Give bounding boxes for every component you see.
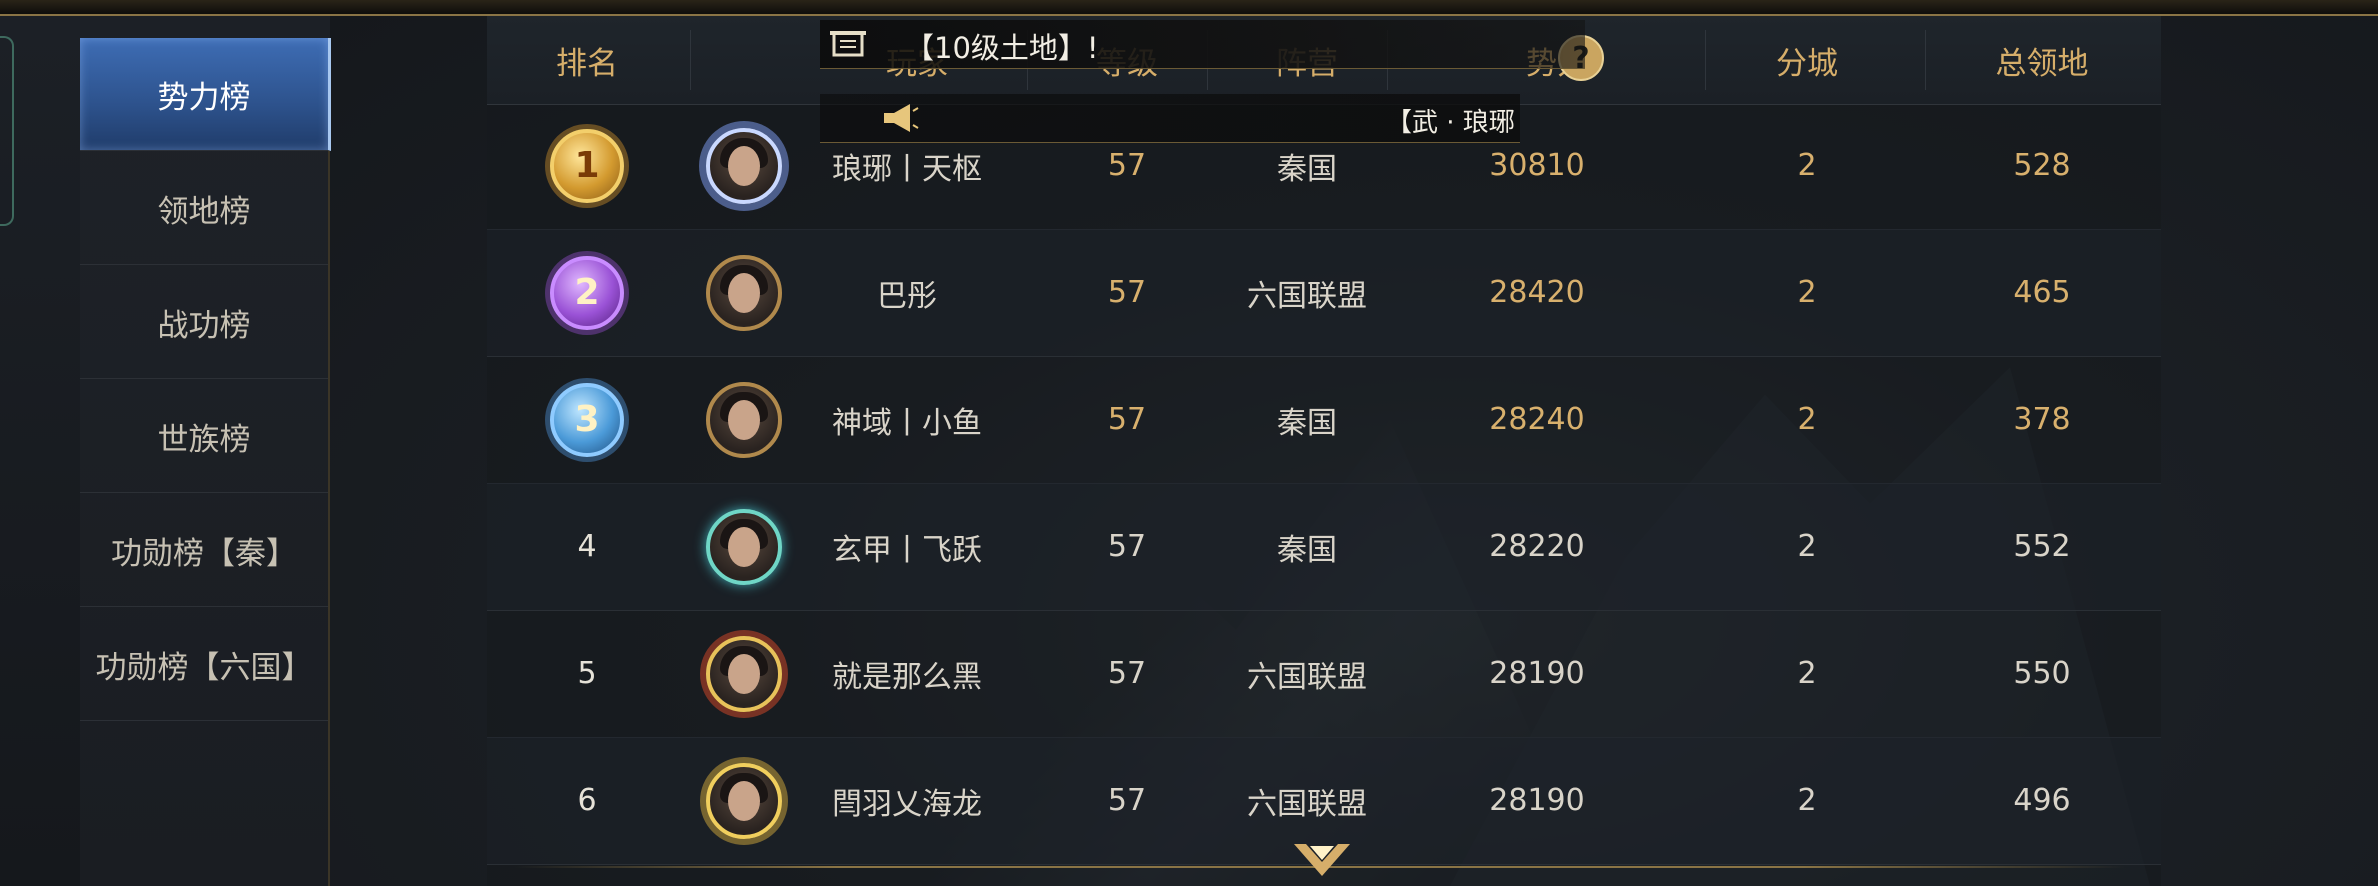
chevron-down-icon[interactable] xyxy=(1290,838,1354,882)
rank-cell: 3 xyxy=(487,356,687,483)
gold-medal-icon: 1 xyxy=(550,128,624,203)
sidebar-item-clan[interactable]: 世族榜 xyxy=(80,380,328,493)
power-value: 28240 xyxy=(1489,402,1585,437)
faction-value: 六国联盟 xyxy=(1247,659,1367,695)
branch-value: 2 xyxy=(1797,275,1817,310)
level-value: 57 xyxy=(1107,529,1147,564)
horn-icon xyxy=(878,98,922,138)
avatar[interactable] xyxy=(706,635,782,712)
power-value: 28420 xyxy=(1489,275,1585,310)
player-name[interactable]: 就是那么黑 xyxy=(807,610,1007,737)
level-value: 57 xyxy=(1107,275,1147,310)
sidebar-item-label: 功勋榜【秦】 xyxy=(111,535,297,572)
header-total-territory: 总领地 xyxy=(1995,45,2089,82)
avatar-face xyxy=(728,145,760,186)
sidebar-item-merit[interactable]: 战功榜 xyxy=(80,266,328,379)
sidebar-item-label: 功勋榜【六国】 xyxy=(95,649,313,686)
sidebar-item-label: 领地榜 xyxy=(157,193,251,230)
player-name[interactable]: 神域丨小鱼 xyxy=(807,356,1007,483)
branch-value: 2 xyxy=(1797,529,1817,564)
territory-value: 465 xyxy=(2013,275,2071,310)
table-row[interactable]: 5 就是那么黑 57 六国联盟 28190 2 550 xyxy=(487,610,2161,738)
avatar[interactable] xyxy=(706,762,782,839)
power-value: 28220 xyxy=(1489,529,1585,564)
table-row[interactable]: 2 巴彤 57 六国联盟 28420 2 465 xyxy=(487,229,2161,357)
header-rank: 排名 xyxy=(556,45,618,82)
player-name[interactable]: 巴彤 xyxy=(807,229,1007,356)
notice-secondary-text: 【武 · 琅琊 xyxy=(1386,108,1515,138)
level-value: 57 xyxy=(1107,402,1147,437)
silver-medal-icon: 2 xyxy=(550,255,624,330)
rank-number: 5 xyxy=(577,656,597,691)
rank-number: 3 xyxy=(574,399,600,440)
sidebar-item-label: 世族榜 xyxy=(157,421,251,458)
territory-value: 552 xyxy=(2013,529,2071,564)
branch-value: 2 xyxy=(1797,783,1817,818)
branch-value: 2 xyxy=(1797,656,1817,691)
avatar[interactable] xyxy=(706,381,782,458)
avatar[interactable] xyxy=(706,508,782,585)
scroll-icon xyxy=(828,24,868,64)
left-edge-bracket[interactable] xyxy=(0,36,14,226)
table-row[interactable]: 4 玄甲丨飞跃 57 秦国 28220 2 552 xyxy=(487,483,2161,611)
header-divider xyxy=(1705,30,1706,90)
header-divider xyxy=(1925,30,1926,90)
avatar-cell xyxy=(669,229,819,356)
avatar-face xyxy=(728,272,760,313)
level-value: 57 xyxy=(1107,656,1147,691)
branch-value: 2 xyxy=(1797,148,1817,183)
avatar-cell xyxy=(669,737,819,864)
territory-value: 378 xyxy=(2013,402,2071,437)
rank-number: 4 xyxy=(577,529,597,564)
header-divider xyxy=(690,30,691,90)
scroll-icon-svg xyxy=(830,31,866,57)
avatar[interactable] xyxy=(706,254,782,331)
horn-icon-svg xyxy=(884,104,919,132)
player-name[interactable]: 玄甲丨飞跃 xyxy=(807,483,1007,610)
sidebar-item-label: 战功榜 xyxy=(157,307,251,344)
avatar[interactable] xyxy=(706,127,782,204)
avatar-cell xyxy=(669,102,819,229)
sidebar-item-honor-qin[interactable]: 功勋榜【秦】 xyxy=(80,494,328,607)
top-frame xyxy=(0,0,2378,16)
rank-cell: 1 xyxy=(487,102,687,229)
avatar-face xyxy=(728,653,760,694)
faction-value: 秦国 xyxy=(1277,405,1337,441)
avatar-face xyxy=(728,399,760,440)
faction-value: 秦国 xyxy=(1277,532,1337,568)
chevron-down-svg xyxy=(1294,844,1350,876)
notice-text: 【10级土地】! xyxy=(905,31,1099,65)
power-value: 28190 xyxy=(1489,656,1585,691)
avatar-face xyxy=(728,526,760,567)
avatar-face xyxy=(728,780,760,821)
header-branch-cities: 分城 xyxy=(1776,45,1838,82)
player-name[interactable]: 閆羽乂海龙 xyxy=(807,737,1007,864)
sidebar-item-honor-six[interactable]: 功勋榜【六国】 xyxy=(80,608,328,721)
power-value: 28190 xyxy=(1489,783,1585,818)
rank-cell: 2 xyxy=(487,229,687,356)
level-value: 57 xyxy=(1107,783,1147,818)
sidebar-item-power[interactable]: 势力榜 xyxy=(80,38,331,151)
table-row[interactable]: 3 神域丨小鱼 57 秦国 28240 2 378 xyxy=(487,356,2161,484)
avatar-cell xyxy=(669,356,819,483)
avatar-cell xyxy=(669,483,819,610)
sidebar-item-territory[interactable]: 领地榜 xyxy=(80,152,328,265)
bronze-medal-icon: 3 xyxy=(550,382,624,457)
rank-number: 6 xyxy=(577,783,597,818)
avatar-cell xyxy=(669,610,819,737)
faction-value: 六国联盟 xyxy=(1247,278,1367,314)
branch-value: 2 xyxy=(1797,402,1817,437)
territory-value: 550 xyxy=(2013,656,2071,691)
rank-number: 1 xyxy=(574,145,600,186)
rank-number: 2 xyxy=(574,272,600,313)
notice-banner[interactable]: 【10级土地】! xyxy=(820,20,1585,69)
ranking-sidebar: 势力榜 领地榜 战功榜 世族榜 功勋榜【秦】 功勋榜【六国】 xyxy=(80,38,331,886)
sidebar-item-label: 势力榜 xyxy=(157,79,251,116)
territory-value: 496 xyxy=(2013,783,2071,818)
territory-value: 528 xyxy=(2013,148,2071,183)
